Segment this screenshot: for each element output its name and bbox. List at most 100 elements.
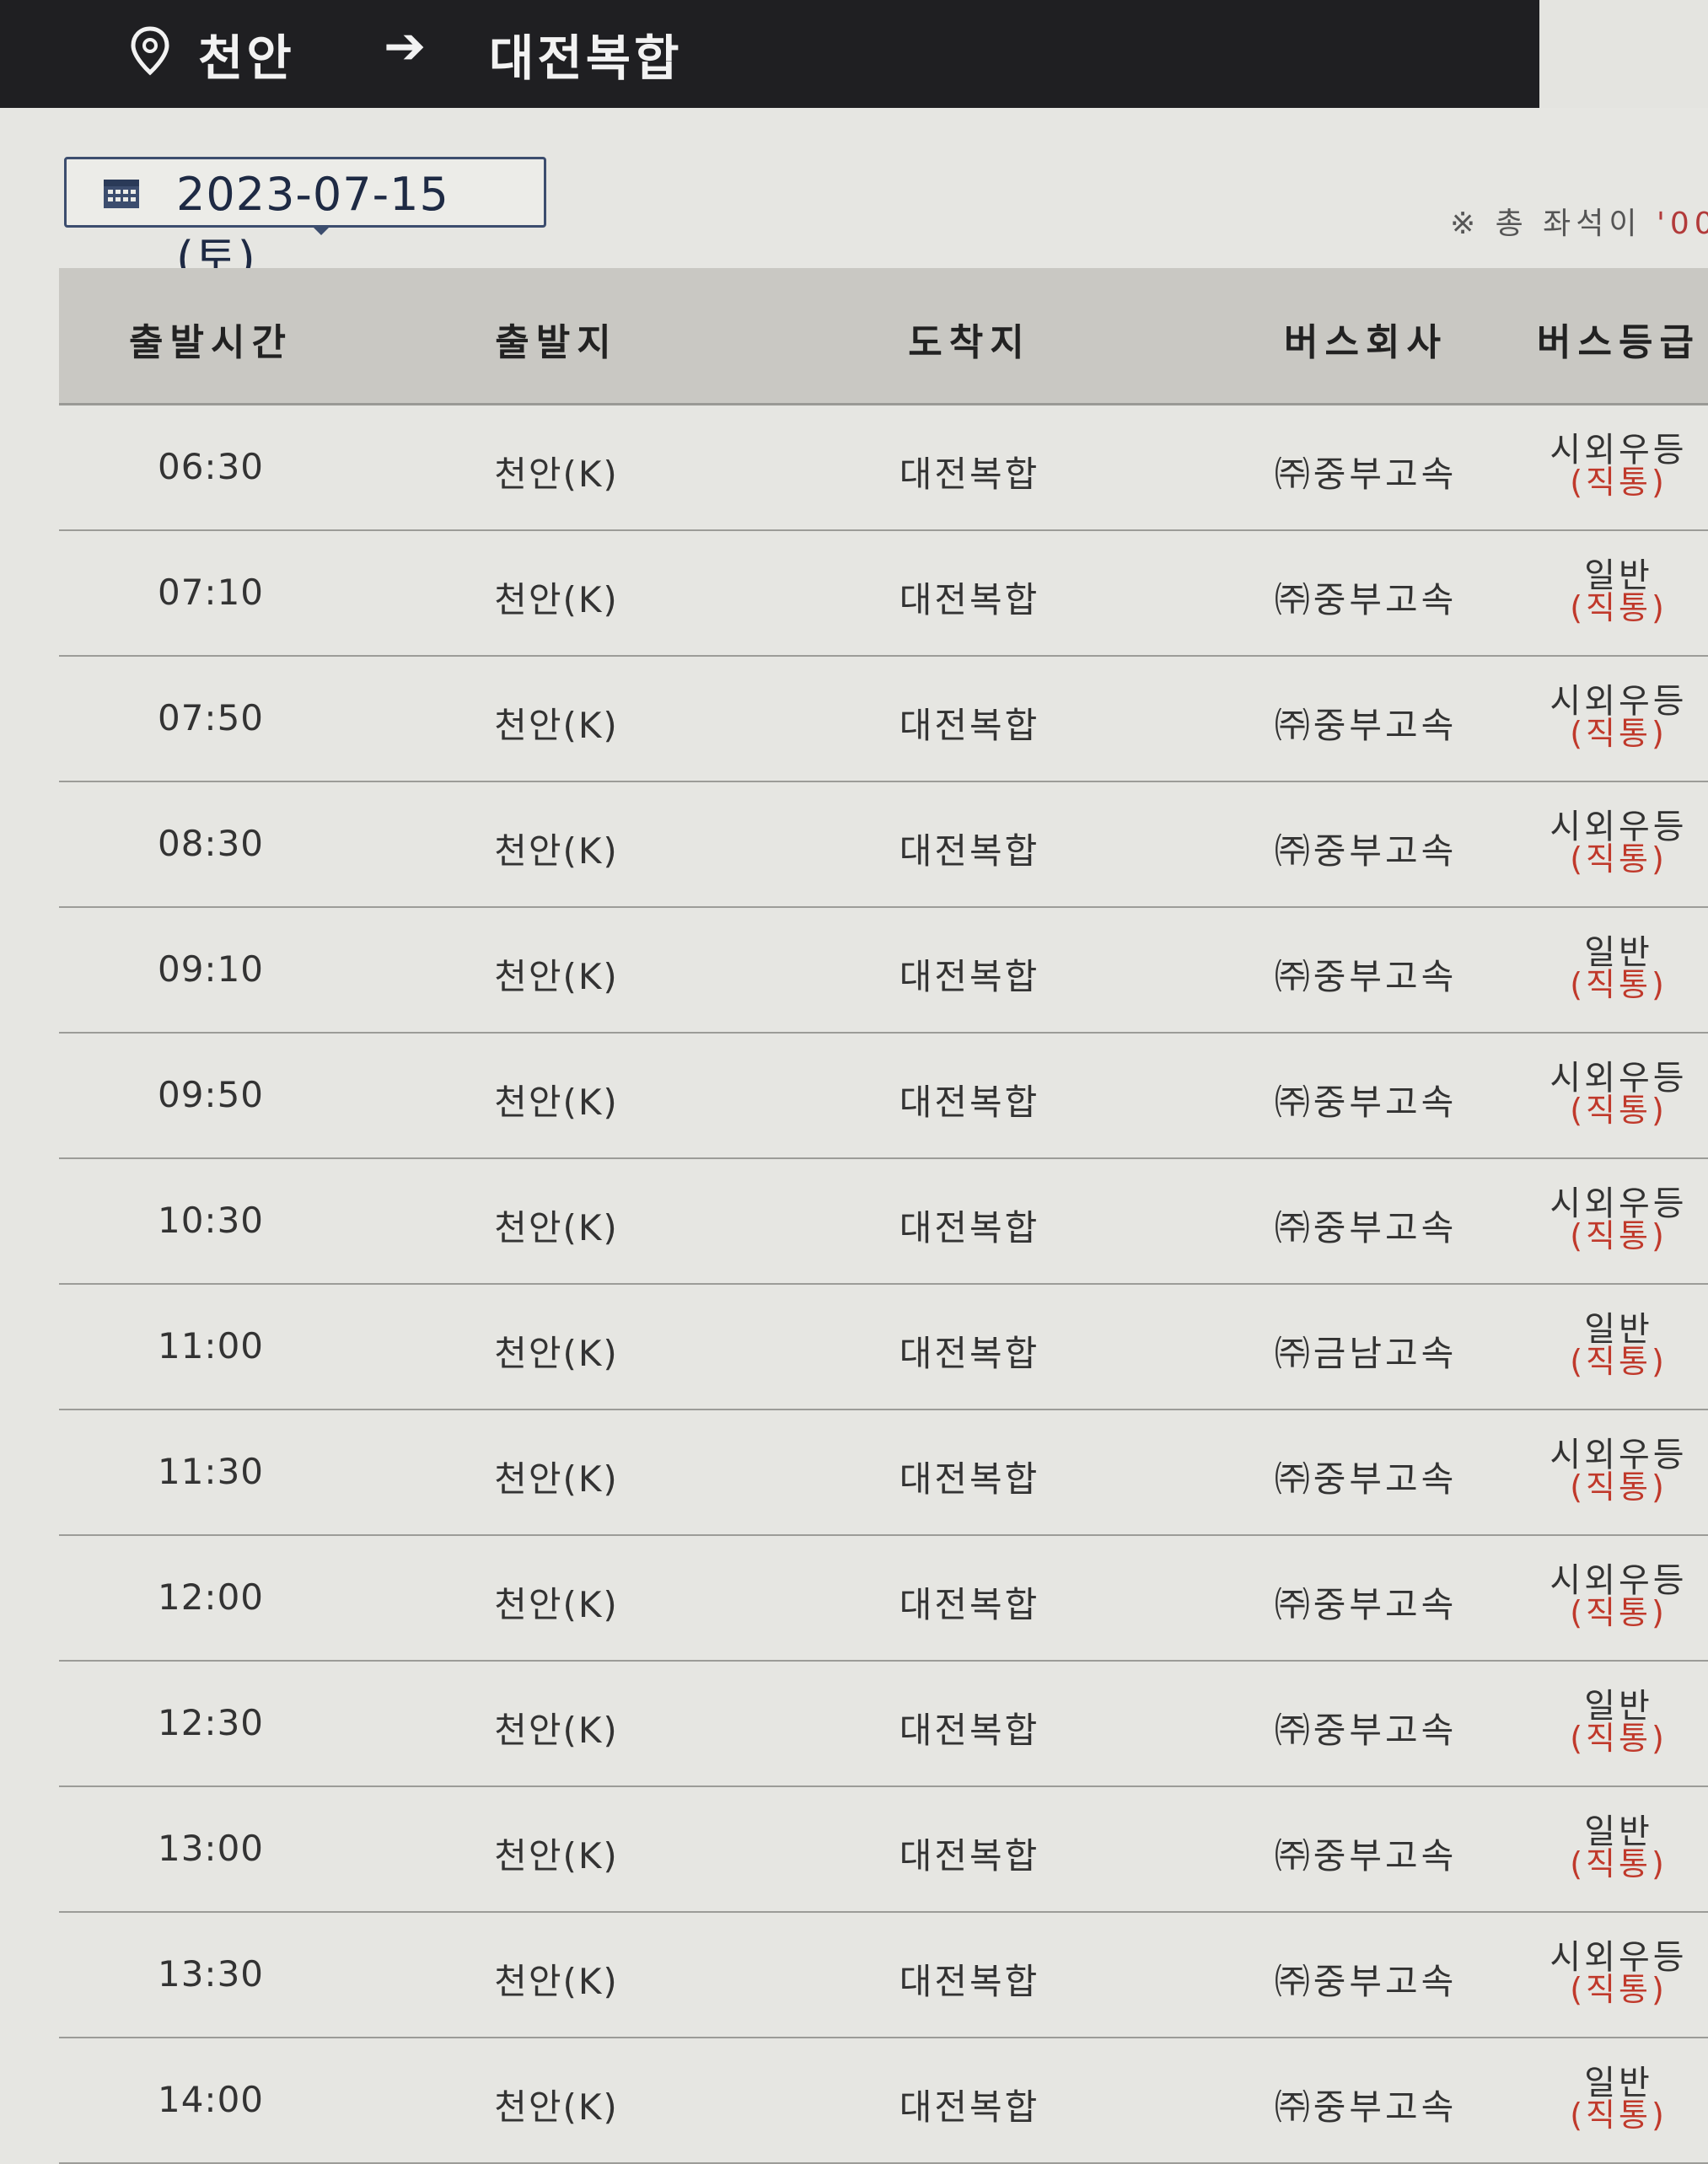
departure-cell: 천안(K) [494,1207,619,1248]
header-blank-area [1539,0,1708,108]
table-row[interactable]: 06:30 천안(K) 대전복합 ㈜중부고속 시외우등 (직통) [59,405,1708,531]
arrival-cell: 대전복합 [899,1458,1040,1500]
arrival-cell: 대전복합 [899,1584,1040,1625]
departure-cell: 천안(K) [494,1710,619,1751]
bus-company-cell: ㈜중부고속 [1274,1961,1458,2002]
table-row[interactable]: 08:30 천안(K) 대전복합 ㈜중부고속 시외우등 (직통) [59,782,1708,908]
bus-grade-cell: 시외우등 (직통) [1492,808,1708,878]
bus-grade-label: 일반 [1584,2064,1653,2102]
arrival-cell: 대전복합 [899,956,1040,997]
bus-grade-label: 시외우등 [1550,808,1688,846]
bus-grade-cell: 일반 (직통) [1492,1313,1708,1377]
bus-company-cell: ㈜중부고속 [1274,705,1458,746]
bus-grade-label: 시외우등 [1550,1561,1688,1600]
bus-company-cell: ㈜중부고속 [1274,1584,1458,1625]
bus-grade-cell: 일반 (직통) [1492,1687,1708,1754]
table-row[interactable]: 11:00 천안(K) 대전복합 ㈜금남고속 일반 (직통) [59,1285,1708,1410]
arrival-cell: 대전복합 [899,1333,1040,1374]
bus-grade-label: 일반 [1584,1687,1653,1726]
route-type-label: (직통) [1570,1469,1668,1506]
table-row[interactable]: 07:50 천안(K) 대전복합 ㈜중부고속 시외우등 (직통) [59,657,1708,782]
table-row[interactable]: 10:30 천안(K) 대전복합 ㈜중부고속 시외우등 (직통) [59,1159,1708,1285]
table-body: 06:30 천안(K) 대전복합 ㈜중부고속 시외우등 (직통) 07:10 천안(K) 대전복… [59,405,1708,2164]
departure-time-cell: 13:30 [157,1953,265,1995]
departure-time-cell: 06:30 [157,446,265,487]
table-row[interactable]: 09:10 천안(K) 대전복합 ㈜중부고속 일반 (직통) [59,908,1708,1034]
route-type-label: (직통) [1570,1092,1668,1129]
departure-time-cell: 08:30 [157,823,265,864]
route-type-label: (직통) [1570,1343,1668,1380]
departure-cell: 천안(K) [494,1458,619,1500]
route-arrow-icon: ➔ [384,17,427,76]
bus-company-cell: ㈜중부고속 [1274,579,1458,620]
bus-company-cell: ㈜중부고속 [1274,1082,1458,1123]
arrival-cell: 대전복합 [899,454,1040,495]
date-picker-caret-icon [311,225,331,235]
route-type-label: (직통) [1570,1594,1668,1631]
arrival-cell: 대전복합 [899,1082,1040,1123]
route-origin[interactable]: 천안 [198,19,295,89]
arrival-cell: 대전복합 [899,1835,1040,1877]
header-arrival[interactable]: 도착지 [818,312,1121,366]
header-bus-company[interactable]: 버스회사 [1214,312,1517,366]
route-type-label: (직통) [1570,2097,1668,2134]
arrival-cell: 대전복합 [899,1961,1040,2002]
route-type-label: (직통) [1570,1971,1668,2008]
table-row[interactable]: 12:00 천안(K) 대전복합 ㈜중부고속 시외우등 (직통) [59,1536,1708,1662]
departure-time-cell: 13:00 [157,1828,265,1869]
bus-grade-label: 시외우등 [1550,1184,1688,1223]
arrival-cell: 대전복합 [899,830,1040,872]
table-row[interactable]: 09:50 천안(K) 대전복합 ㈜중부고속 시외우등 (직통) [59,1034,1708,1159]
header-bus-grade[interactable]: 버스등급 [1492,312,1708,366]
route-type-label: (직통) [1570,715,1668,752]
bus-grade-cell: 일반 (직통) [1492,2064,1708,2134]
departure-cell: 천안(K) [494,1333,619,1374]
departure-cell: 천안(K) [494,1961,619,2002]
bus-grade-label: 일반 [1584,1812,1653,1851]
bus-grade-label: 시외우등 [1550,431,1688,470]
route-type-label: (직통) [1570,840,1668,878]
route-destination[interactable]: 대전복합 [489,19,682,89]
departure-cell: 천안(K) [494,579,619,620]
header-departure-time[interactable]: 출발시간 [93,312,329,366]
calendar-icon [104,180,139,208]
departure-time-cell: 07:10 [157,572,265,613]
table-row[interactable]: 13:00 천안(K) 대전복합 ㈜중부고속 일반 (직통) [59,1787,1708,1913]
schedule-table: 출발시간 출발지 도착지 버스회사 버스등급 06:30 천안(K) 대전복합 ㈜중부… [59,268,1708,2164]
departure-cell: 천안(K) [494,1584,619,1625]
bus-company-cell: ㈜중부고속 [1274,1458,1458,1500]
route-header: 천안 ➔ 대전복합 [0,0,1539,108]
table-row[interactable]: 12:30 천안(K) 대전복합 ㈜중부고속 일반 (직통) [59,1662,1708,1787]
bus-company-cell: ㈜중부고속 [1274,830,1458,872]
departure-cell: 천안(K) [494,454,619,495]
header-departure[interactable]: 출발지 [430,312,683,366]
table-row[interactable]: 13:30 천안(K) 대전복합 ㈜중부고속 시외우등 (직통) [59,1913,1708,2038]
bus-grade-cell: 시외우등 (직통) [1492,1561,1708,1631]
table-row[interactable]: 07:10 천안(K) 대전복합 ㈜중부고속 일반 (직통) [59,531,1708,657]
seat-notice-count: '00 [1656,207,1708,241]
departure-time-cell: 10:30 [157,1200,265,1241]
departure-time-cell: 07:50 [157,697,265,738]
location-pin-icon [131,26,169,76]
route-type-label: (직통) [1570,1217,1668,1254]
bus-grade-cell: 일반 (직통) [1492,1812,1708,1880]
bus-company-cell: ㈜중부고속 [1274,956,1458,997]
bus-grade-label: 시외우등 [1550,1059,1688,1098]
seat-notice-text: ※ 총 좌석이 [1450,207,1657,241]
table-row[interactable]: 11:30 천안(K) 대전복합 ㈜중부고속 시외우등 (직통) [59,1410,1708,1536]
arrival-cell: 대전복합 [899,1207,1040,1248]
departure-cell: 천안(K) [494,705,619,746]
bus-grade-cell: 일반 (직통) [1492,559,1708,624]
departure-time-cell: 14:00 [157,2079,265,2120]
departure-cell: 천안(K) [494,1082,619,1123]
bus-grade-label: 일반 [1584,933,1653,972]
route-type-label: (직통) [1570,966,1668,1003]
bus-grade-label: 일반 [1584,1310,1653,1349]
bus-grade-cell: 시외우등 (직통) [1492,1059,1708,1129]
bus-grade-label: 시외우등 [1550,1436,1688,1474]
table-row[interactable]: 14:00 천안(K) 대전복합 ㈜중부고속 일반 (직통) [59,2038,1708,2164]
date-picker-button[interactable]: 2023-07-15 (토) [64,157,546,285]
bus-company-cell: ㈜중부고속 [1274,454,1458,495]
bus-company-cell: ㈜금남고속 [1274,1333,1458,1374]
bus-grade-cell: 일반 (직통) [1492,933,1708,1003]
